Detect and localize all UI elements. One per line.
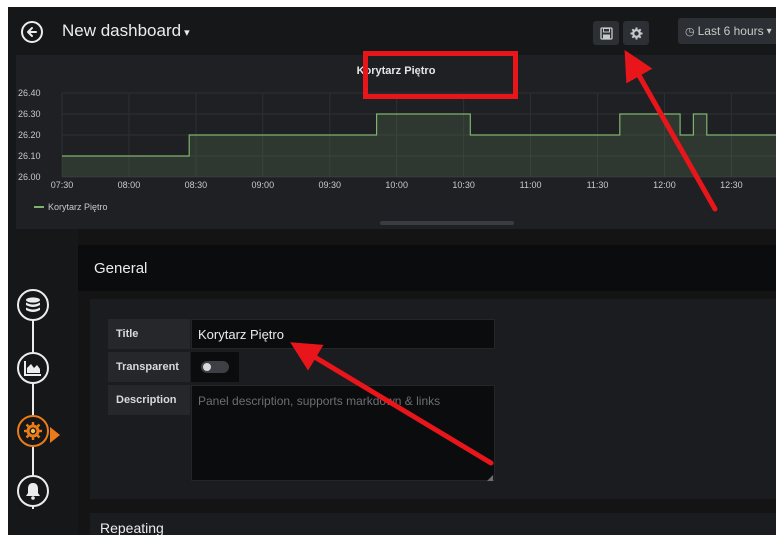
queries-tab[interactable] bbox=[17, 289, 49, 321]
x-tick-label: 12:00 bbox=[653, 180, 676, 190]
database-icon bbox=[26, 297, 40, 312]
y-tick-label: 26.30 bbox=[18, 109, 41, 119]
transparent-label: Transparent bbox=[108, 352, 190, 382]
x-tick-label: 08:00 bbox=[118, 180, 141, 190]
title-input[interactable] bbox=[191, 319, 495, 349]
back-arrow-icon bbox=[27, 27, 37, 37]
annotation-highlight-box bbox=[363, 51, 518, 99]
bell-icon bbox=[26, 483, 40, 500]
time-range-label: Last 6 hours bbox=[697, 24, 764, 38]
chart-legend: Korytarz Piętro bbox=[34, 202, 108, 212]
area-chart-icon bbox=[24, 361, 41, 376]
dashboard-settings-button[interactable] bbox=[623, 21, 649, 45]
x-tick-label: 07:30 bbox=[51, 180, 74, 190]
x-tick-label: 10:30 bbox=[452, 180, 475, 190]
panel-resize-handle[interactable] bbox=[380, 221, 514, 225]
toggle-knob bbox=[203, 363, 211, 371]
chevron-down-icon: ▾ bbox=[184, 27, 190, 39]
x-tick-label: 12:30 bbox=[720, 180, 743, 190]
y-tick-label: 26.00 bbox=[18, 172, 41, 182]
panel-editor-nav bbox=[8, 229, 78, 535]
x-tick-label: 08:30 bbox=[185, 180, 208, 190]
repeating-section-header[interactable]: Repeating bbox=[90, 513, 776, 535]
gear-icon bbox=[630, 27, 642, 39]
x-tick-label: 11:30 bbox=[587, 180, 609, 190]
y-tick-label: 26.10 bbox=[18, 151, 41, 161]
series-area bbox=[62, 114, 776, 177]
top-navbar: New dashboard ▾ ◷ Last 6 hours ▾ bbox=[8, 7, 776, 55]
alert-tab[interactable] bbox=[17, 475, 49, 507]
description-input[interactable] bbox=[191, 385, 495, 481]
y-tick-label: 26.40 bbox=[18, 88, 41, 98]
legend-swatch bbox=[34, 206, 44, 208]
title-label: Title bbox=[108, 319, 190, 349]
grafana-window: New dashboard ▾ ◷ Last 6 hours ▾ 26.00 2… bbox=[8, 7, 776, 535]
save-icon bbox=[599, 26, 613, 40]
cog-icon bbox=[24, 422, 42, 440]
x-tick-label: 10:00 bbox=[385, 180, 408, 190]
general-heading: General bbox=[94, 259, 148, 277]
repeating-heading: Repeating bbox=[100, 520, 164, 535]
active-tab-pointer bbox=[50, 427, 60, 443]
transparent-toggle[interactable] bbox=[201, 361, 229, 373]
chevron-down-icon: ▾ bbox=[766, 25, 772, 37]
y-tick-label: 26.20 bbox=[18, 130, 41, 140]
legend-label[interactable]: Korytarz Piętro bbox=[48, 202, 108, 212]
panel-editor: General Title Transparent Description ◢ … bbox=[78, 229, 776, 535]
back-button[interactable] bbox=[21, 21, 43, 43]
visualization-tab[interactable] bbox=[17, 352, 49, 384]
x-tick-label: 09:00 bbox=[252, 180, 275, 190]
textarea-resize-grip[interactable]: ◢ bbox=[487, 473, 493, 482]
save-dashboard-button[interactable] bbox=[593, 21, 619, 45]
general-tab[interactable] bbox=[17, 415, 49, 447]
general-options: Title Transparent Description ◢ bbox=[90, 299, 776, 499]
description-label: Description bbox=[108, 385, 190, 415]
x-tick-label: 09:30 bbox=[318, 180, 341, 190]
dashboard-title[interactable]: New dashboard ▾ bbox=[62, 21, 190, 41]
clock-icon: ◷ bbox=[685, 25, 695, 38]
transparent-toggle-container[interactable] bbox=[191, 352, 239, 382]
dashboard-title-text: New dashboard bbox=[62, 21, 182, 40]
time-range-picker[interactable]: ◷ Last 6 hours ▾ bbox=[678, 18, 776, 44]
x-tick-label: 11:00 bbox=[520, 180, 542, 190]
general-section-header: General bbox=[78, 245, 776, 291]
